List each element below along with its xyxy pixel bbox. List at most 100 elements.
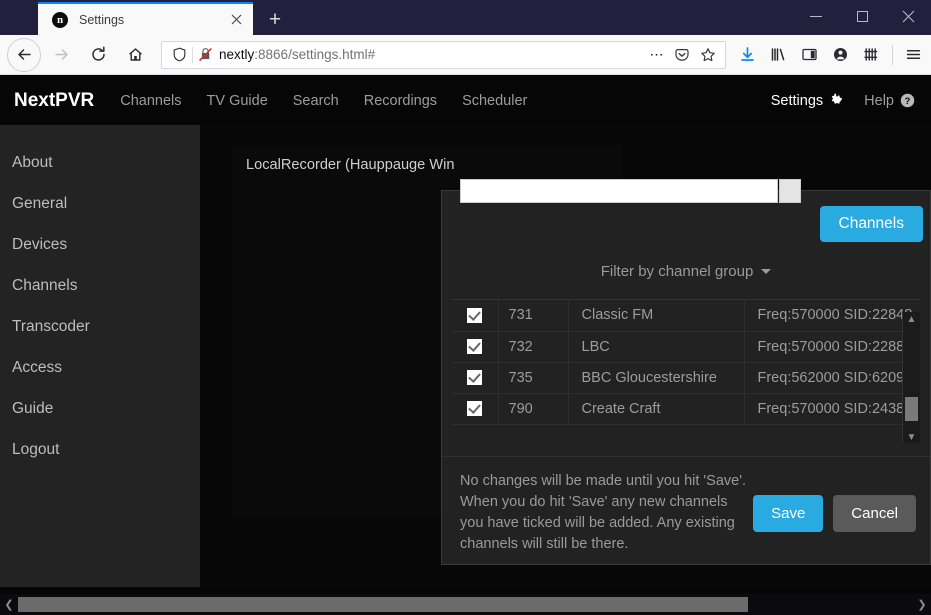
ellipsis-icon[interactable]: ⋯ <box>645 46 669 63</box>
chevron-up-icon[interactable]: ▲ <box>907 312 917 326</box>
cancel-button[interactable]: Cancel <box>833 495 916 532</box>
checkbox-checked-icon[interactable] <box>467 307 483 323</box>
table-row[interactable]: 732 LBC Freq:570000 SID:22880 <box>452 331 920 363</box>
table-row[interactable]: 731 Classic FM Freq:570000 SID:22848 <box>452 300 920 332</box>
library-icon[interactable] <box>763 39 794 71</box>
app-brand[interactable]: NextPVR <box>14 90 94 112</box>
window-maximize-button[interactable] <box>839 0 885 32</box>
app-navbar-right: Settings Help ? <box>771 93 931 109</box>
browser-titlebar: n Settings + <box>0 0 931 35</box>
nav-link-channels[interactable]: Channels <box>120 93 181 109</box>
channel-group-filter-label: Filter by channel group <box>600 262 754 280</box>
row-channel-name: Classic FM <box>567 300 744 332</box>
tab-close-icon[interactable] <box>227 11 245 29</box>
tab-favicon-icon: n <box>52 11 68 28</box>
dialog-input-button[interactable] <box>779 179 801 203</box>
sidebar-item-access[interactable]: Access <box>0 347 200 388</box>
nav-link-scheduler[interactable]: Scheduler <box>462 93 527 109</box>
row-channel-number: 731 <box>498 300 568 332</box>
sidebar-item-channels[interactable]: Channels <box>0 265 200 306</box>
row-channel-name: BBC Gloucestershire <box>567 362 744 394</box>
table-row[interactable]: 735 BBC Gloucestershire Freq:562000 SID:… <box>452 362 920 394</box>
containers-icon[interactable] <box>856 39 887 71</box>
dialog-footer-text: No changes will be made until you hit 'S… <box>460 473 747 552</box>
settings-sidebar: About General Devices Channels Transcode… <box>0 125 200 587</box>
star-icon[interactable] <box>695 47 721 63</box>
table-row[interactable]: 790 Create Craft Freq:570000 SID:24384 <box>452 393 920 425</box>
nav-link-tv-guide[interactable]: TV Guide <box>207 93 268 109</box>
shield-icon[interactable] <box>166 47 192 62</box>
nav-link-settings[interactable]: Settings <box>771 93 823 109</box>
sidebar-item-devices[interactable]: Devices <box>0 224 200 265</box>
row-channel-detail: Freq:570000 SID:22880 <box>743 331 920 363</box>
gear-icon[interactable] <box>829 93 844 108</box>
sidebar-item-guide[interactable]: Guide <box>0 388 200 429</box>
channel-scan-dialog: Channels Filter by channel group 731 Cla… <box>441 179 931 565</box>
scrollbar-thumb[interactable] <box>18 597 748 612</box>
chevron-down-icon[interactable]: ▼ <box>907 430 917 443</box>
menu-icon[interactable] <box>898 39 929 71</box>
row-channel-number: 732 <box>498 331 568 363</box>
chevron-down-icon <box>761 268 772 274</box>
checkbox-checked-icon[interactable] <box>467 370 483 386</box>
page-horizontal-scrollbar[interactable]: ❮ ❯ <box>0 594 931 615</box>
channel-group-filter[interactable]: Filter by channel group <box>442 243 930 299</box>
sidebar-item-logout[interactable]: Logout <box>0 429 200 470</box>
browser-toolbar-icons <box>732 38 929 72</box>
home-icon[interactable] <box>118 38 152 72</box>
row-checkbox-cell[interactable] <box>452 393 499 425</box>
reload-icon[interactable] <box>81 38 115 72</box>
dialog-footer-buttons: Save Cancel <box>753 471 916 555</box>
save-button[interactable]: Save <box>753 495 824 532</box>
scrollbar-thumb[interactable] <box>905 397 918 421</box>
sidebar-item-about[interactable]: About <box>0 142 200 183</box>
browser-tab-settings[interactable]: n Settings <box>38 2 253 35</box>
channel-list-container: 731 Classic FM Freq:570000 SID:22848 732… <box>452 299 920 443</box>
dialog-text-input[interactable] <box>460 179 778 203</box>
nav-link-recordings[interactable]: Recordings <box>364 93 437 109</box>
window-controls <box>793 0 931 32</box>
row-channel-name: Create Craft <box>567 393 744 425</box>
pocket-icon[interactable] <box>669 47 695 63</box>
window-close-button[interactable] <box>885 0 931 32</box>
address-bar[interactable]: nextly:8866/settings.html# ⋯ <box>161 40 726 69</box>
app-navbar: NextPVR Channels TV Guide Search Recordi… <box>0 76 931 125</box>
tab-title: Settings <box>79 12 125 27</box>
channel-list-scrollbar[interactable]: ▲ ▼ <box>902 312 920 443</box>
url-path: :8866/settings.html# <box>254 47 376 62</box>
chevron-left-icon[interactable]: ❮ <box>0 598 18 611</box>
account-icon[interactable] <box>825 39 856 71</box>
channels-button[interactable]: Channels <box>819 206 923 242</box>
checkbox-checked-icon[interactable] <box>467 339 483 355</box>
new-tab-button[interactable]: + <box>259 5 291 35</box>
row-channel-detail: Freq:570000 SID:22848 <box>743 300 920 332</box>
sidebar-item-general[interactable]: General <box>0 183 200 224</box>
channel-list-table: 731 Classic FM Freq:570000 SID:22848 732… <box>452 300 920 425</box>
back-arrow-icon[interactable] <box>7 37 41 72</box>
row-channel-detail: Freq:562000 SID:6209 <box>743 362 920 394</box>
nav-link-search[interactable]: Search <box>293 93 339 109</box>
help-circle-icon[interactable]: ? <box>900 93 915 108</box>
forward-arrow-icon <box>44 38 78 72</box>
device-card-title: LocalRecorder (Hauppauge Win <box>246 157 455 173</box>
insecure-lock-icon[interactable] <box>193 47 219 62</box>
nav-link-help[interactable]: Help <box>864 93 894 109</box>
url-host: nextly <box>219 47 255 62</box>
scrollbar-track[interactable] <box>18 597 913 612</box>
chevron-right-icon[interactable]: ❯ <box>913 598 931 611</box>
row-checkbox-cell[interactable] <box>452 331 499 363</box>
dialog-header: Channels <box>442 179 930 243</box>
downloads-icon[interactable] <box>732 39 763 71</box>
row-channel-number: 790 <box>498 393 568 425</box>
sidebar-icon[interactable] <box>794 39 825 71</box>
window-minimize-button[interactable] <box>793 0 839 32</box>
row-channel-number: 735 <box>498 362 568 394</box>
row-channel-detail: Freq:570000 SID:24384 <box>743 393 920 425</box>
svg-text:?: ? <box>905 96 911 106</box>
browser-navigation-bar: nextly:8866/settings.html# ⋯ <box>0 35 931 75</box>
row-checkbox-cell[interactable] <box>452 362 499 394</box>
checkbox-checked-icon[interactable] <box>467 401 483 417</box>
browser-window: n Settings + nextly:8866/settings.html# … <box>0 0 931 615</box>
row-checkbox-cell[interactable] <box>452 300 499 332</box>
sidebar-item-transcoder[interactable]: Transcoder <box>0 306 200 347</box>
